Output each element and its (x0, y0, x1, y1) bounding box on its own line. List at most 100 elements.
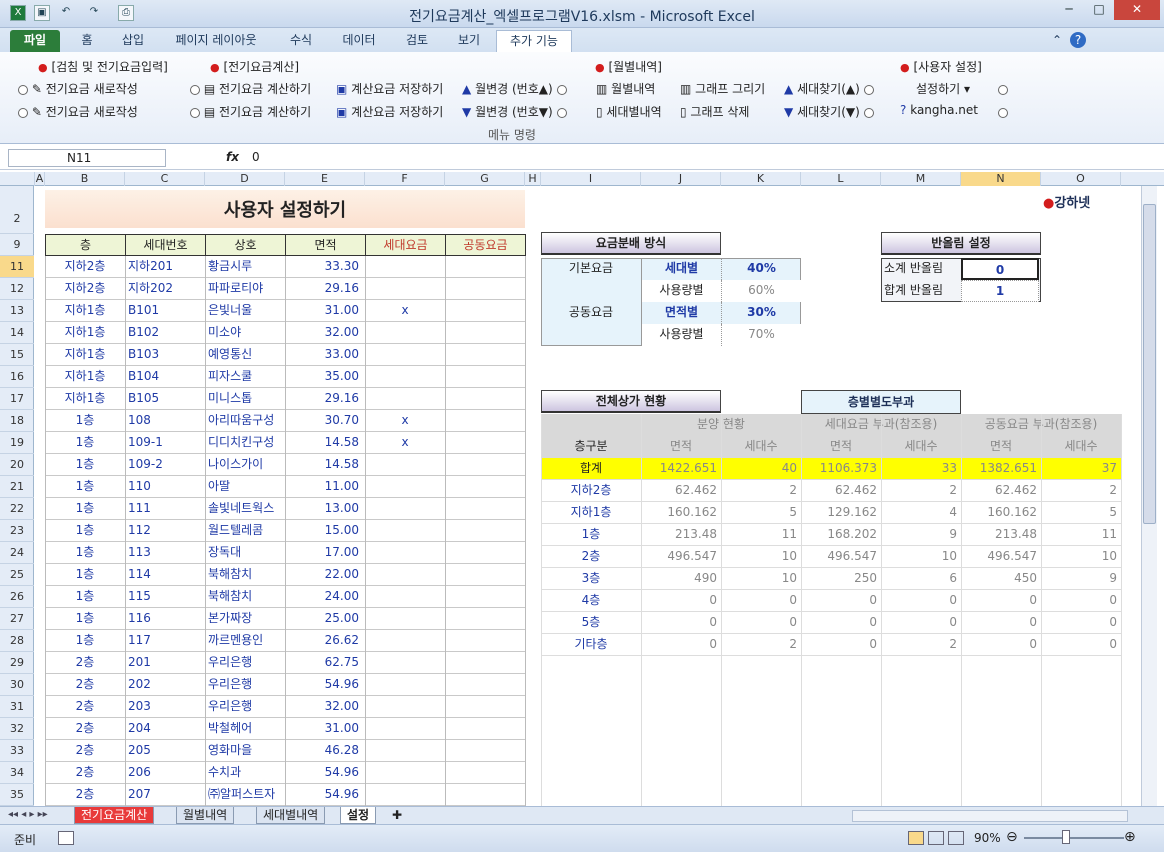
ribbon-delete-graph[interactable]: ▯ 그래프 삭제 (680, 103, 749, 120)
row-header-33[interactable]: 33 (0, 740, 34, 762)
ribbon-month-down[interactable]: ▼ 월변경 (번호▼) (462, 103, 567, 120)
tenant-name[interactable]: 우리은행 (208, 696, 284, 718)
tenant-unit[interactable]: 201 (128, 652, 204, 674)
column-header-A[interactable]: A (35, 172, 45, 186)
tenant-floor[interactable]: 2층 (45, 762, 125, 784)
tenant-name[interactable]: 아딸 (208, 476, 284, 498)
tenant-area[interactable]: 46.28 (285, 740, 359, 762)
row-header-27[interactable]: 27 (0, 608, 34, 630)
tenant-area[interactable]: 24.00 (285, 586, 359, 608)
tenant-area[interactable]: 11.00 (285, 476, 359, 498)
column-header-I[interactable]: I (541, 172, 641, 186)
tenant-floor[interactable]: 1층 (45, 630, 125, 652)
tenant-unit[interactable]: 114 (128, 564, 204, 586)
tenant-floor[interactable]: 지하1층 (45, 366, 125, 388)
tenant-unit-fee-flag[interactable] (365, 498, 445, 520)
tenant-area[interactable]: 25.00 (285, 608, 359, 630)
tenant-unit-fee-flag[interactable] (365, 476, 445, 498)
tenant-unit[interactable]: 112 (128, 520, 204, 542)
tab-electric-bill[interactable]: 전기요금계산 (74, 807, 155, 824)
tenant-unit-fee-flag[interactable] (365, 652, 445, 674)
tab-5[interactable]: 데이터 (332, 30, 386, 52)
row-header-25[interactable]: 25 (0, 564, 34, 586)
name-box[interactable]: N11 (8, 149, 166, 167)
tenant-area[interactable]: 32.00 (285, 696, 359, 718)
row-header-16[interactable]: 16 (0, 366, 34, 388)
tenant-floor[interactable]: 지하1층 (45, 322, 125, 344)
tenant-floor[interactable]: 1층 (45, 586, 125, 608)
tenant-unit[interactable]: B102 (128, 322, 204, 344)
fee-method-option[interactable]: 세대별 (641, 258, 721, 280)
tenant-floor[interactable]: 지하1층 (45, 344, 125, 366)
tenant-area[interactable]: 14.58 (285, 454, 359, 476)
tenant-area[interactable]: 15.00 (285, 520, 359, 542)
tenant-unit[interactable]: 203 (128, 696, 204, 718)
ribbon-calc-1[interactable]: ▤ 전기요금 계산하기 (190, 80, 311, 97)
row-header-29[interactable]: 29 (0, 652, 34, 674)
tenant-name[interactable]: 나이스가이 (208, 454, 284, 476)
tenant-area[interactable]: 31.00 (285, 300, 359, 322)
tenant-floor[interactable]: 지하1층 (45, 300, 125, 322)
tenant-name[interactable]: 아리따움구성 (208, 410, 284, 432)
tenant-unit[interactable]: B103 (128, 344, 204, 366)
tenant-unit[interactable]: 113 (128, 542, 204, 564)
tenant-area[interactable]: 62.75 (285, 652, 359, 674)
row-header-12[interactable]: 12 (0, 278, 34, 300)
row-header-18[interactable]: 18 (0, 410, 34, 432)
column-header-M[interactable]: M (881, 172, 961, 186)
tenant-unit-fee-flag[interactable] (365, 740, 445, 762)
row-header-13[interactable]: 13 (0, 300, 34, 322)
column-header-O[interactable]: O (1041, 172, 1121, 186)
tab-monthly[interactable]: 월별내역 (176, 807, 235, 824)
tenant-name[interactable]: 예영통신 (208, 344, 284, 366)
tab-3[interactable]: 페이지 레이아웃 (164, 30, 268, 52)
tenant-name[interactable]: 피자스쿨 (208, 366, 284, 388)
row-header-22[interactable]: 22 (0, 498, 34, 520)
tenant-floor[interactable]: 1층 (45, 564, 125, 586)
tenant-unit-fee-flag[interactable] (365, 388, 445, 410)
tenant-unit-fee-flag[interactable] (365, 256, 445, 278)
fee-method-percent[interactable]: 30% (721, 302, 801, 324)
ribbon-collapse-icon[interactable]: ⌃ (1050, 30, 1064, 52)
row-header-28[interactable]: 28 (0, 630, 34, 652)
scroll-thumb[interactable] (1143, 204, 1156, 524)
tenant-unit-fee-flag[interactable] (365, 718, 445, 740)
tenant-area[interactable]: 22.00 (285, 564, 359, 586)
tenant-name[interactable]: 본가짜장 (208, 608, 284, 630)
tenant-unit-fee-flag[interactable]: x (365, 410, 445, 432)
row-header-34[interactable]: 34 (0, 762, 34, 784)
tenant-floor[interactable]: 지하2층 (45, 278, 125, 300)
zoom-out-icon[interactable]: ⊖ (1006, 829, 1018, 845)
fx-icon[interactable]: fx (226, 150, 239, 164)
fee-method-percent[interactable]: 60% (721, 280, 801, 302)
tenant-name[interactable]: 수치과 (208, 762, 284, 784)
ribbon-new-bill-1[interactable]: ✎ 전기요금 새로작성 (18, 80, 138, 97)
tenant-floor[interactable]: 2층 (45, 652, 125, 674)
tenant-unit[interactable]: 115 (128, 586, 204, 608)
tenant-name[interactable]: 북해참치 (208, 564, 284, 586)
tenant-unit-fee-flag[interactable] (365, 322, 445, 344)
tenant-floor[interactable]: 1층 (45, 520, 125, 542)
column-header-L[interactable]: L (801, 172, 881, 186)
tenant-floor[interactable]: 1층 (45, 498, 125, 520)
fee-method-option[interactable]: 사용량별 (641, 324, 721, 346)
tenant-name[interactable]: 은빛너울 (208, 300, 284, 322)
tenant-area[interactable]: 54.96 (285, 674, 359, 696)
tenant-unit[interactable]: 111 (128, 498, 204, 520)
ribbon-calc-2[interactable]: ▤ 전기요금 계산하기 (190, 103, 311, 120)
tab-0[interactable]: 파일 (10, 30, 60, 52)
fee-method-percent[interactable]: 70% (721, 324, 801, 346)
tenant-unit[interactable]: 202 (128, 674, 204, 696)
radio-icon[interactable] (998, 82, 1008, 96)
tenant-area[interactable]: 29.16 (285, 278, 359, 300)
tab-1[interactable]: 홈 (72, 30, 102, 52)
tenant-name[interactable]: 파파로티야 (208, 278, 284, 300)
tenant-floor[interactable]: 2층 (45, 740, 125, 762)
tenant-name[interactable]: 우리은행 (208, 674, 284, 696)
tenant-area[interactable]: 29.16 (285, 388, 359, 410)
tenant-name[interactable]: 디디치킨구성 (208, 432, 284, 454)
tenant-name[interactable]: 영화마을 (208, 740, 284, 762)
tenant-floor[interactable]: 지하1층 (45, 388, 125, 410)
tenant-name[interactable]: 월드텔레콤 (208, 520, 284, 542)
row-header-17[interactable]: 17 (0, 388, 34, 410)
